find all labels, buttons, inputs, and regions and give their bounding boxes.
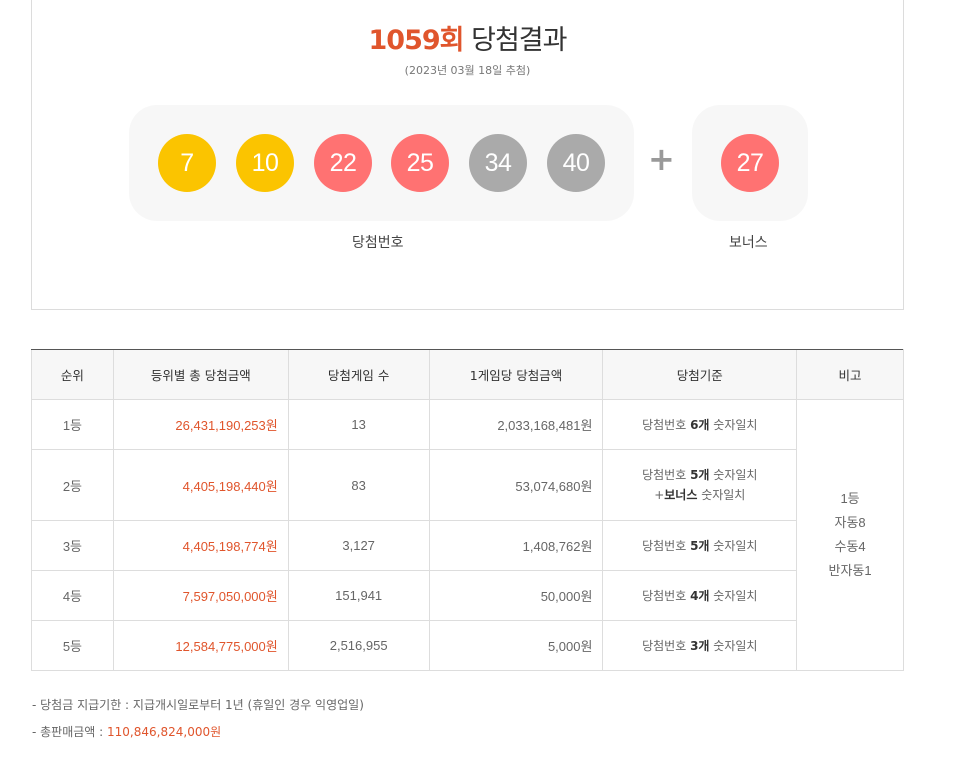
rank-cell: 2등 bbox=[31, 449, 114, 521]
note-cell: 1등 자동8 수동4 반자동1 bbox=[796, 399, 904, 671]
prize-per-game-cell: 2,033,168,481원 bbox=[428, 399, 603, 450]
table-row: 5등 12,584,775,000원 2,516,955 5,000원 당첨번호… bbox=[31, 620, 904, 671]
note-line: 1등 bbox=[840, 491, 860, 506]
criteria-cell: 당첨번호 6개 숫자일치 bbox=[602, 399, 797, 450]
criteria-cell: 당첨번호 5개 숫자일치 +보너스 숫자일치 bbox=[602, 449, 798, 521]
total-prize-cell: 26,431,190,253원 bbox=[112, 399, 289, 450]
bonus-panel: 27 bbox=[692, 105, 808, 221]
winning-label: 당첨번호 bbox=[352, 235, 404, 251]
title-text: 당첨결과 bbox=[471, 25, 567, 56]
total-sales-label: - 총판매금액 : bbox=[32, 725, 108, 739]
prize-per-game-cell: 5,000원 bbox=[428, 620, 603, 671]
winner-count-cell: 3,127 bbox=[287, 520, 430, 571]
draw-date: (2023년 03월 18일 추첨) bbox=[404, 64, 531, 77]
note-line: 반자동1 bbox=[828, 563, 872, 578]
winner-count-cell: 2,516,955 bbox=[287, 620, 430, 671]
table-row: 2등 4,405,198,440원 83 53,074,680원 당첨번호 5개… bbox=[31, 449, 904, 521]
result-panel: 1059회 당첨결과 (2023년 03월 18일 추첨) 7 10 22 25… bbox=[31, 0, 904, 310]
winning-numbers-panel: 7 10 22 25 34 40 bbox=[129, 105, 634, 221]
table-header-row: 순위 등위별 총 당첨금액 당첨게임 수 1게임당 당첨금액 당첨기준 비고 bbox=[31, 349, 904, 400]
winning-ball: 25 bbox=[391, 134, 449, 192]
table-row: 4등 7,597,050,000원 151,941 50,000원 당첨번호 4… bbox=[31, 570, 904, 621]
winning-ball: 40 bbox=[547, 134, 605, 192]
header-note: 비고 bbox=[796, 349, 904, 400]
criteria-cell: 당첨번호 3개 숫자일치 bbox=[602, 620, 798, 671]
header-criteria: 당첨기준 bbox=[602, 349, 797, 400]
page-title: 1059회 당첨결과 bbox=[32, 18, 903, 57]
winning-ball: 7 bbox=[158, 134, 216, 192]
header-winner-count: 당첨게임 수 bbox=[287, 349, 430, 400]
prize-per-game-cell: 1,408,762원 bbox=[428, 520, 603, 571]
bonus-ball: 27 bbox=[721, 134, 779, 192]
total-sales-note: - 총판매금액 : 110,846,824,000원 bbox=[32, 723, 221, 740]
prize-per-game-cell: 53,074,680원 bbox=[428, 449, 603, 521]
header-total-prize: 등위별 총 당첨금액 bbox=[112, 349, 289, 400]
note-line: 수동4 bbox=[834, 539, 866, 554]
header-rank: 순위 bbox=[31, 349, 114, 400]
total-prize-cell: 4,405,198,440원 bbox=[112, 449, 289, 521]
winner-count-cell: 151,941 bbox=[287, 570, 430, 621]
rank-cell: 1등 bbox=[31, 399, 114, 450]
table-row: 1등 26,431,190,253원 13 2,033,168,481원 당첨번… bbox=[31, 399, 904, 671]
winning-ball: 22 bbox=[314, 134, 372, 192]
winner-count-cell: 13 bbox=[287, 399, 430, 450]
table-row: 3등 4,405,198,774원 3,127 1,408,762원 당첨번호 … bbox=[31, 520, 904, 571]
rank-cell: 5등 bbox=[31, 620, 114, 671]
winner-count-cell: 83 bbox=[287, 449, 430, 521]
bonus-label: 보너스 bbox=[729, 235, 768, 251]
prize-per-game-cell: 50,000원 bbox=[428, 570, 603, 621]
total-prize-cell: 12,584,775,000원 bbox=[112, 620, 289, 671]
note-line: 자동8 bbox=[834, 515, 866, 530]
rank-cell: 4등 bbox=[31, 570, 114, 621]
criteria-cell: 당첨번호 4개 숫자일치 bbox=[602, 570, 798, 621]
winning-ball: 10 bbox=[236, 134, 294, 192]
total-prize-cell: 7,597,050,000원 bbox=[112, 570, 289, 621]
total-sales-value: 110,846,824,000원 bbox=[107, 725, 222, 739]
criteria-cell: 당첨번호 5개 숫자일치 bbox=[602, 520, 798, 571]
winning-ball: 34 bbox=[469, 134, 527, 192]
payout-deadline-note: - 당첨금 지급기한 : 지급개시일로부터 1년 (휴일인 경우 익영업일) bbox=[32, 698, 364, 712]
rank-cell: 3등 bbox=[31, 520, 114, 571]
total-prize-cell: 4,405,198,774원 bbox=[112, 520, 289, 571]
prize-table: 순위 등위별 총 당첨금액 당첨게임 수 1게임당 당첨금액 당첨기준 비고 1… bbox=[31, 349, 904, 671]
plus-sign: + bbox=[648, 140, 675, 178]
header-prize-per-game: 1게임당 당첨금액 bbox=[428, 349, 603, 400]
round-number: 1059회 bbox=[368, 25, 465, 56]
